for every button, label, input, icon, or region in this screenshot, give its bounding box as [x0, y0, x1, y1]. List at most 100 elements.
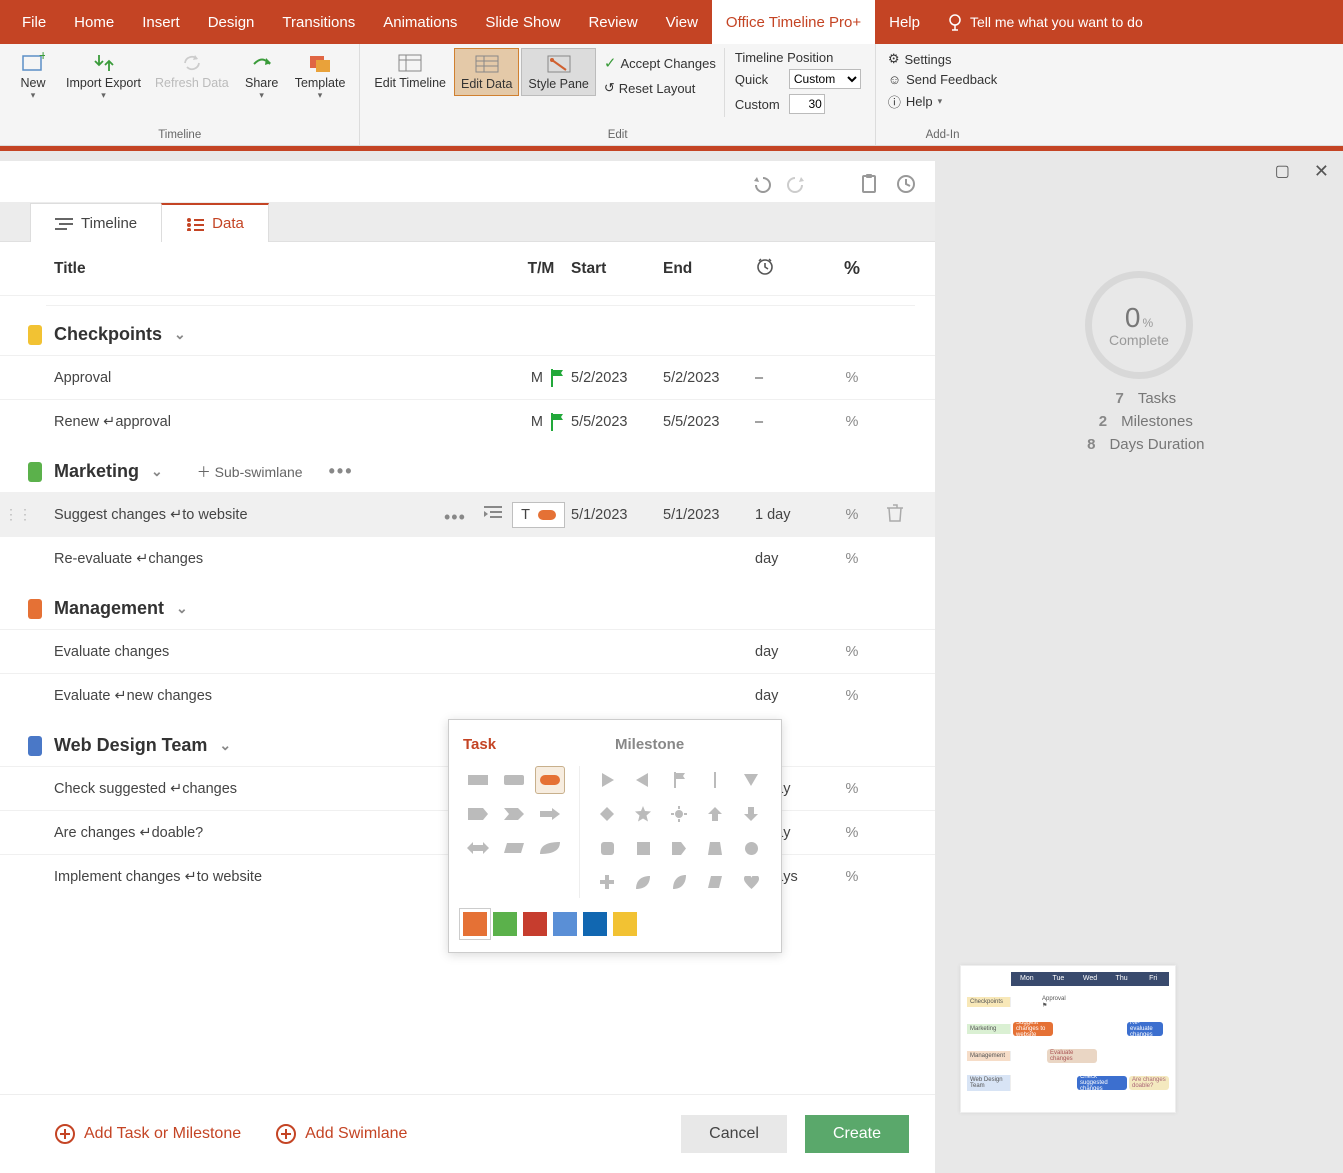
undo-button[interactable] — [751, 174, 771, 197]
row-percent[interactable]: % — [829, 688, 875, 704]
row-tm[interactable]: T — [511, 502, 571, 528]
shape-pill[interactable] — [535, 766, 565, 794]
color-swatch[interactable] — [613, 912, 637, 936]
ribbon-tab-file[interactable]: File — [8, 0, 60, 44]
swimlane-header[interactable]: Marketing⌄＋ Sub-swimlane••• — [0, 443, 935, 492]
ms-arrow-down[interactable] — [736, 800, 766, 828]
shape-bar[interactable] — [463, 766, 493, 794]
percent-column-icon[interactable]: % — [829, 258, 875, 279]
ms-trapezoid[interactable] — [700, 834, 730, 862]
shape-rounded-bar[interactable] — [499, 766, 529, 794]
shape-chevron[interactable] — [463, 800, 493, 828]
ms-leaf2[interactable] — [628, 868, 658, 896]
maximize-button[interactable]: ▢ — [1275, 161, 1290, 182]
ribbon-tab-view[interactable]: View — [652, 0, 712, 44]
shape-chevron2[interactable] — [499, 800, 529, 828]
row-title[interactable]: Check suggested ↵changes — [54, 781, 511, 797]
ms-triangle-down[interactable] — [736, 766, 766, 794]
data-row[interactable]: ApprovalM 5/2/20235/2/2023–% — [0, 355, 935, 399]
row-menu[interactable]: ••• — [444, 507, 466, 528]
row-title[interactable]: Are changes ↵doable? — [54, 825, 511, 841]
row-title[interactable]: Evaluate ↵new changes — [54, 688, 511, 704]
chevron-down-icon[interactable]: ⌄ — [151, 463, 163, 480]
redo-button[interactable] — [787, 174, 807, 197]
ms-para2[interactable] — [700, 868, 730, 896]
row-start[interactable]: 5/5/2023 — [571, 414, 663, 430]
template-button[interactable]: Template▾ — [289, 48, 352, 105]
help-button[interactable]: ⓘHelp▾ — [888, 91, 997, 112]
ms-heart[interactable] — [736, 868, 766, 896]
row-percent[interactable]: % — [829, 825, 875, 841]
drag-handle[interactable]: ⋮⋮ — [4, 506, 32, 523]
tab-data[interactable]: Data — [161, 203, 269, 242]
row-delete[interactable] — [875, 503, 915, 527]
ms-pentagon[interactable] — [664, 834, 694, 862]
ms-diamond[interactable] — [592, 800, 622, 828]
row-percent[interactable]: % — [829, 507, 875, 523]
chevron-down-icon[interactable]: ⌄ — [176, 600, 188, 617]
row-percent[interactable]: % — [829, 644, 875, 660]
ms-arrow-up[interactable] — [700, 800, 730, 828]
custom-position-input[interactable] — [789, 94, 825, 114]
popover-tab-task[interactable]: Task — [463, 732, 615, 757]
shape-leaf[interactable] — [535, 834, 565, 862]
row-title[interactable]: Re-evaluate ↵changes — [54, 551, 511, 567]
ribbon-tab-office-timeline-pro-[interactable]: Office Timeline Pro+ — [712, 0, 875, 44]
duration-column-icon[interactable] — [755, 256, 829, 281]
tell-me-search[interactable]: Tell me what you want to do — [946, 13, 1143, 31]
ms-plus[interactable] — [592, 868, 622, 896]
row-start[interactable]: 5/1/2023 — [571, 507, 663, 523]
cancel-button[interactable]: Cancel — [681, 1115, 787, 1153]
quick-position-select[interactable]: Custom — [789, 69, 861, 89]
edit-data-button[interactable]: Edit Data — [454, 48, 519, 96]
row-end[interactable]: 5/2/2023 — [663, 370, 755, 386]
reset-layout-button[interactable]: ↺Reset Layout — [604, 78, 716, 98]
add-task-milestone-button[interactable]: Add Task or Milestone — [54, 1123, 241, 1145]
ribbon-tab-help[interactable]: Help — [875, 0, 934, 44]
ms-flag[interactable] — [664, 766, 694, 794]
row-tm[interactable]: M — [511, 413, 571, 431]
ms-drop[interactable] — [664, 868, 694, 896]
add-sub-swimlane[interactable]: ＋ Sub-swimlane — [197, 462, 303, 482]
ms-play[interactable] — [592, 766, 622, 794]
send-feedback-button[interactable]: ☺Send Feedback — [888, 71, 997, 88]
ms-square[interactable] — [628, 834, 658, 862]
ms-burst[interactable] — [664, 800, 694, 828]
shape-arrow-both[interactable] — [463, 834, 493, 862]
row-tm[interactable]: M — [511, 369, 571, 387]
row-title[interactable]: Evaluate changes — [54, 644, 511, 660]
accept-changes-button[interactable]: ✓Accept Changes — [604, 52, 716, 74]
chevron-down-icon[interactable]: ⌄ — [219, 737, 231, 754]
ms-circle[interactable] — [736, 834, 766, 862]
ms-square-round[interactable] — [592, 834, 622, 862]
indent-icon[interactable] — [484, 505, 502, 525]
shape-arrow-right[interactable] — [535, 800, 565, 828]
color-swatch[interactable] — [493, 912, 517, 936]
color-swatch[interactable] — [553, 912, 577, 936]
ribbon-tab-animations[interactable]: Animations — [369, 0, 471, 44]
row-percent[interactable]: % — [829, 781, 875, 797]
row-title[interactable]: Implement changes ↵to website — [54, 869, 511, 885]
shape-para[interactable] — [499, 834, 529, 862]
row-title[interactable]: Suggest changes ↵to website — [54, 507, 511, 523]
refresh-data-button[interactable]: Refresh Data — [149, 48, 235, 105]
data-row[interactable]: Evaluate changes day% — [0, 629, 935, 673]
popover-tab-milestone[interactable]: Milestone — [615, 732, 767, 757]
row-end[interactable]: 5/5/2023 — [663, 414, 755, 430]
row-percent[interactable]: % — [829, 869, 875, 885]
style-pane-button[interactable]: Style Pane — [521, 48, 595, 96]
data-row[interactable]: Renew ↵approvalM 5/5/20235/5/2023–% — [0, 399, 935, 443]
row-title[interactable]: Renew ↵approval — [54, 414, 511, 430]
ms-play-left[interactable] — [628, 766, 658, 794]
chevron-down-icon[interactable]: ⌄ — [174, 326, 186, 343]
close-button[interactable]: ✕ — [1314, 161, 1329, 182]
settings-button[interactable]: ⚙Settings — [888, 50, 997, 68]
tab-timeline[interactable]: Timeline — [30, 203, 162, 242]
ribbon-tab-review[interactable]: Review — [574, 0, 651, 44]
color-swatch[interactable] — [523, 912, 547, 936]
data-row[interactable]: ⋮⋮ •••Suggest changes ↵to websiteT5/1/202… — [0, 492, 935, 536]
data-row[interactable]: Re-evaluate ↵changes day% — [0, 536, 935, 580]
ribbon-tab-design[interactable]: Design — [194, 0, 269, 44]
row-percent[interactable]: % — [829, 370, 875, 386]
history-button[interactable] — [895, 173, 917, 198]
